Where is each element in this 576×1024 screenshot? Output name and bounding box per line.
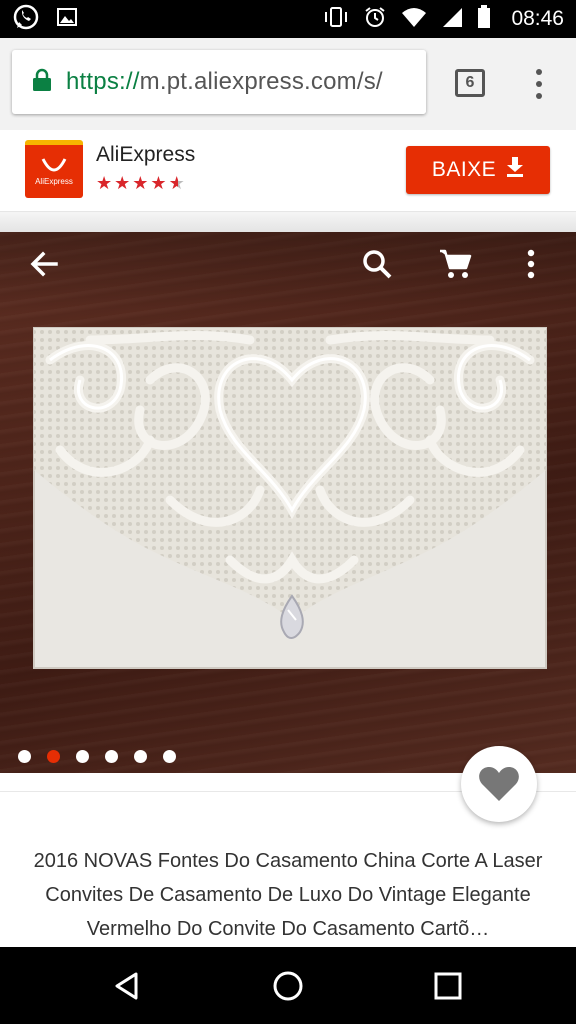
recents-square-icon[interactable]: [427, 965, 469, 1007]
search-icon[interactable]: [353, 240, 401, 288]
product-info: 2016 NOVAS Fontes Do Casamento China Cor…: [0, 746, 576, 948]
status-bar: 08:46: [0, 0, 576, 38]
star-icon: ★: [114, 173, 131, 193]
carousel-dot-active[interactable]: [47, 750, 60, 763]
product-photo: [33, 327, 547, 669]
carousel-dot[interactable]: [18, 750, 31, 763]
star-icon: ★: [96, 173, 113, 193]
wishlist-button[interactable]: [461, 746, 537, 822]
url-bar[interactable]: https://m.pt.aliexpress.com/s/: [12, 50, 426, 114]
carousel-dot[interactable]: [105, 750, 118, 763]
url-fade: [386, 50, 426, 114]
image-top-shade: [0, 232, 576, 312]
app-name: AliExpress: [96, 143, 196, 166]
star-icon: ★: [132, 173, 149, 193]
app-rating: ★ ★ ★ ★ ★: [96, 174, 185, 192]
install-button-label: BAIXE: [431, 158, 497, 181]
star-icon: ★: [150, 173, 167, 193]
logo-label: AliExpress: [35, 177, 73, 186]
url-host: m.pt.aliexpress.com/s/: [139, 68, 383, 95]
whatsapp-icon: [12, 3, 40, 36]
section-separator: [0, 212, 576, 232]
install-app-button[interactable]: BAIXE: [406, 146, 550, 194]
wifi-icon: [401, 6, 427, 33]
signal-icon: [441, 6, 463, 33]
download-icon: [506, 157, 524, 183]
system-nav-bar: [0, 947, 576, 1024]
home-circle-icon[interactable]: [267, 965, 309, 1007]
more-vert-icon[interactable]: [507, 240, 555, 288]
aliexpress-logo: AliExpress: [25, 140, 83, 198]
browser-toolbar: https://m.pt.aliexpress.com/s/ 6: [0, 38, 576, 130]
tab-switcher-button[interactable]: 6: [455, 69, 485, 97]
carousel-dot[interactable]: [134, 750, 147, 763]
status-time: 08:46: [511, 7, 564, 30]
product-image-carousel[interactable]: [0, 232, 576, 773]
carousel-dot[interactable]: [163, 750, 176, 763]
product-title[interactable]: 2016 NOVAS Fontes Do Casamento China Cor…: [16, 844, 560, 948]
carousel-dot[interactable]: [76, 750, 89, 763]
lock-icon: [32, 68, 52, 97]
back-arrow-icon[interactable]: [20, 240, 68, 288]
url-text: https://m.pt.aliexpress.com/s/: [66, 68, 383, 96]
alarm-icon: [363, 5, 387, 34]
back-triangle-icon[interactable]: [106, 965, 148, 1007]
browser-menu-button[interactable]: [527, 66, 551, 102]
vibrate-icon: [323, 6, 349, 33]
url-scheme: https://: [66, 68, 140, 95]
battery-icon: [477, 4, 491, 34]
image-icon: [56, 6, 78, 33]
cart-icon[interactable]: [431, 240, 479, 288]
app-install-banner: AliExpress AliExpress ★ ★ ★ ★ ★ BAIXE: [0, 130, 576, 212]
half-star-icon: ★: [168, 173, 185, 193]
carousel-indicator: [18, 750, 176, 763]
heart-icon: [479, 767, 519, 801]
